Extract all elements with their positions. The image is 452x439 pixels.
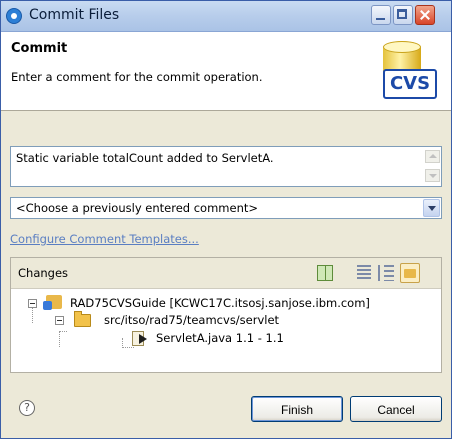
cancel-button[interactable]: Cancel bbox=[350, 396, 442, 422]
scroll-down-arrow-icon[interactable] bbox=[425, 169, 440, 182]
title-bar[interactable]: Commit Files bbox=[1, 1, 451, 32]
java-file-icon bbox=[132, 331, 147, 346]
wizard-header: Commit Enter a comment for the commit op… bbox=[1, 32, 451, 111]
compressed-folder-mode-icon[interactable] bbox=[400, 263, 420, 283]
collapse-icon[interactable] bbox=[55, 316, 64, 325]
tree-item-file[interactable]: ServletA.java 1.1 - 1.1 bbox=[11, 329, 441, 347]
chevron-down-icon[interactable] bbox=[423, 199, 440, 217]
compare-mode-icon[interactable] bbox=[317, 265, 333, 281]
changes-toolbar: Changes bbox=[11, 258, 441, 289]
changes-panel: Changes RAD75CVSGuide [KCWC17C.itsosj.sa… bbox=[10, 257, 442, 373]
tree-mode-icon[interactable] bbox=[378, 265, 394, 281]
eclipse-app-icon bbox=[6, 8, 22, 24]
flat-mode-icon[interactable] bbox=[357, 265, 371, 281]
finish-button[interactable]: Finish bbox=[251, 396, 343, 422]
tree-guide-line bbox=[122, 347, 134, 348]
commit-files-dialog: Commit Files Commit Enter a comment for … bbox=[0, 0, 452, 439]
previous-comment-selected: <Choose a previously entered comment> bbox=[16, 201, 258, 215]
window-title: Commit Files bbox=[29, 7, 120, 23]
tree-item-label: RAD75CVSGuide [KCWC17C.itsosj.sanjose.ib… bbox=[70, 296, 370, 310]
minimize-button[interactable] bbox=[371, 5, 391, 25]
cvs-logo-text: CVS bbox=[383, 69, 437, 99]
changes-title: Changes bbox=[18, 266, 69, 280]
comment-scrollbar[interactable] bbox=[425, 148, 440, 185]
configure-comment-templates-link[interactable]: Configure Comment Templates... bbox=[10, 232, 199, 246]
header-title: Commit bbox=[11, 41, 68, 56]
maximize-button[interactable] bbox=[393, 5, 413, 25]
close-button[interactable] bbox=[415, 5, 435, 25]
previous-comment-select[interactable]: <Choose a previously entered comment> bbox=[10, 197, 442, 219]
tree-item-label: ServletA.java 1.1 - 1.1 bbox=[156, 331, 284, 345]
help-icon[interactable]: ? bbox=[19, 400, 35, 416]
tree-item-folder[interactable]: src/itso/rad75/teamcvs/servlet bbox=[11, 311, 441, 329]
tree-item-label: src/itso/rad75/teamcvs/servlet bbox=[104, 313, 280, 327]
comment-text: Static variable totalCount added to Serv… bbox=[16, 151, 274, 165]
scroll-up-arrow-icon[interactable] bbox=[425, 150, 440, 163]
cvs-repository-icon: CVS bbox=[377, 35, 443, 107]
folder-icon bbox=[74, 311, 91, 327]
tree-item-project[interactable]: RAD75CVSGuide [KCWC17C.itsosj.sanjose.ib… bbox=[11, 294, 441, 312]
project-icon bbox=[43, 295, 62, 310]
header-message: Enter a comment for the commit operation… bbox=[11, 70, 263, 84]
comment-textarea[interactable]: Static variable totalCount added to Serv… bbox=[10, 146, 442, 187]
collapse-icon[interactable] bbox=[28, 299, 37, 308]
